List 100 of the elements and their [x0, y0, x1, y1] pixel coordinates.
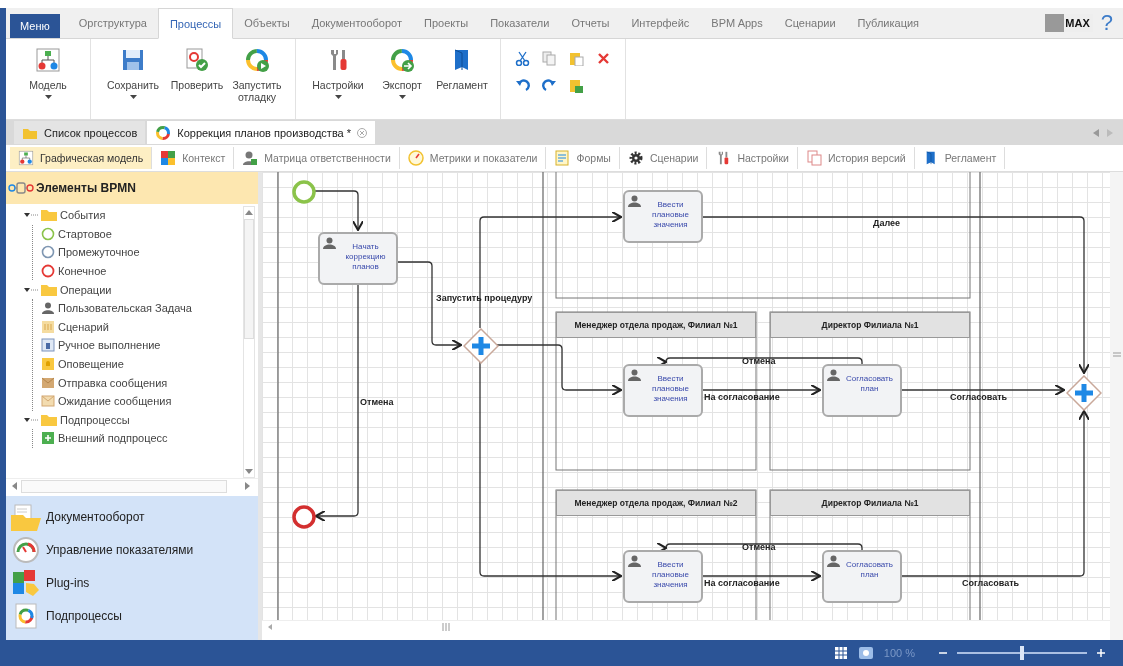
- menu-tab[interactable]: Сценарии: [773, 8, 847, 38]
- tree-item[interactable]: Сценарий: [58, 320, 109, 333]
- ribbon-button[interactable]: Сохранить: [101, 43, 165, 119]
- tree-item[interactable]: Ожидание сообщения: [58, 395, 172, 408]
- person-icon: [323, 237, 336, 249]
- menu-tab[interactable]: BPM Apps: [700, 8, 774, 38]
- scroll-thumb[interactable]: [244, 219, 254, 339]
- paste-icon[interactable]: [569, 51, 584, 66]
- flow-label: На согласование: [704, 578, 780, 588]
- folder-document-icon: [11, 502, 41, 531]
- scroll-left-icon[interactable]: [12, 482, 17, 490]
- menu-button[interactable]: Меню: [10, 14, 60, 38]
- flow-label: Далее: [873, 218, 901, 228]
- menu-tab[interactable]: Публикация: [846, 8, 931, 38]
- scroll-thumb[interactable]: [21, 479, 227, 493]
- nav-item[interactable]: Управление показателями: [10, 533, 258, 566]
- menu-tab[interactable]: Документооборот: [300, 8, 413, 38]
- ribbon-button[interactable]: Запустить отладку: [229, 43, 285, 119]
- view-tab[interactable]: Сценарии: [619, 147, 708, 169]
- fit-icon[interactable]: [857, 646, 874, 660]
- circle-icon: [41, 226, 55, 241]
- copy-icon[interactable]: [542, 51, 557, 66]
- document-check-icon: [184, 47, 210, 73]
- grid-icon[interactable]: [833, 646, 848, 660]
- menu-tab[interactable]: Процессы: [157, 8, 234, 39]
- scroll-right-icon[interactable]: [245, 482, 250, 490]
- document-tab[interactable]: Список процессов: [14, 121, 146, 144]
- ribbon-button[interactable]: Проверить: [169, 43, 225, 119]
- puzzle-icon: [160, 150, 177, 166]
- start-event: [292, 180, 316, 204]
- view-tab[interactable]: Графическая модель: [10, 147, 153, 169]
- scroll-left-icon[interactable]: [1093, 128, 1099, 137]
- tree-item[interactable]: Операции: [60, 283, 112, 296]
- redo-icon[interactable]: [542, 78, 557, 93]
- flow-label: Отмена: [360, 397, 394, 407]
- view-tab[interactable]: Контекст: [152, 147, 235, 169]
- help-button[interactable]: ?: [1100, 8, 1123, 38]
- scroll-left-icon[interactable]: [268, 624, 272, 630]
- form-icon: [554, 150, 571, 166]
- tree-item[interactable]: Ручное выполнение: [58, 339, 161, 352]
- nav-item[interactable]: Документооборот: [10, 500, 258, 533]
- undo-icon[interactable]: [515, 78, 530, 93]
- tree-item[interactable]: Отправка сообщения: [58, 376, 168, 389]
- person-icon: [827, 555, 840, 567]
- view-tab[interactable]: Настройки: [707, 147, 798, 169]
- close-icon[interactable]: [357, 127, 368, 138]
- envelope-icon: [41, 375, 55, 390]
- envelope-icon: [41, 394, 55, 409]
- ribbon-button[interactable]: Регламент: [434, 43, 490, 119]
- task-label: Согласовать план: [845, 559, 894, 580]
- view-tab[interactable]: История версий: [797, 147, 915, 169]
- expander-icon[interactable]: [24, 285, 38, 294]
- view-tab[interactable]: Формы: [546, 147, 620, 169]
- tree-item[interactable]: События: [60, 209, 106, 222]
- splitter-handle[interactable]: [258, 172, 262, 640]
- cut-icon[interactable]: [515, 51, 530, 66]
- tree-item[interactable]: Промежуточное: [58, 246, 140, 259]
- view-tab[interactable]: Регламент: [914, 147, 1006, 169]
- view-tab[interactable]: Матрица ответственности: [234, 147, 400, 169]
- caret-icon: [129, 95, 137, 99]
- ribbon-button[interactable]: Настройки: [306, 43, 370, 119]
- parallel-gateway: [1066, 375, 1102, 411]
- expander-icon[interactable]: [24, 415, 38, 424]
- menu-tab[interactable]: Проекты: [413, 8, 480, 38]
- scroll-up-icon[interactable]: [245, 210, 253, 215]
- flow-label: Отмена: [742, 356, 776, 366]
- folder-icon[interactable]: [569, 78, 584, 93]
- tree-item[interactable]: Оповещение: [58, 358, 124, 371]
- ribbon-button[interactable]: Модель: [16, 43, 80, 119]
- lane-header: Директор Филиала №1: [770, 490, 970, 516]
- person-icon: [242, 150, 259, 166]
- tree-item[interactable]: Пользовательская Задача: [58, 302, 192, 315]
- plus-icon[interactable]: [1097, 649, 1105, 657]
- document-tab[interactable]: Коррекция планов производства *: [147, 121, 376, 144]
- person-icon: [628, 555, 641, 567]
- scroll-down-icon[interactable]: [245, 469, 253, 474]
- ribbon-button[interactable]: Экспорт: [374, 43, 430, 119]
- menu-tab[interactable]: Интерфейс: [620, 8, 701, 38]
- parallel-gateway: [463, 328, 499, 364]
- grip-icon[interactable]: [1112, 352, 1121, 358]
- tree-item[interactable]: Подпроцессы: [60, 413, 130, 426]
- nav-item[interactable]: Подпроцессы: [10, 599, 258, 632]
- nav-item[interactable]: Plug-ins: [10, 566, 258, 599]
- folder-icon: [41, 283, 57, 296]
- folder-icon: [41, 413, 57, 426]
- grip-icon[interactable]: [442, 623, 450, 631]
- tree-item[interactable]: Внешний подпроцесс: [58, 432, 168, 445]
- menu-tab[interactable]: Отчеты: [560, 8, 621, 38]
- delete-icon[interactable]: [596, 51, 611, 66]
- circle-icon: [41, 245, 55, 260]
- slider-thumb[interactable]: [1020, 646, 1024, 660]
- menu-tab[interactable]: Объекты: [233, 8, 301, 38]
- bell-icon: [41, 357, 55, 372]
- menu-tab[interactable]: Оргструктура: [67, 8, 158, 38]
- menu-tab[interactable]: Показатели: [479, 8, 561, 38]
- minus-icon[interactable]: [939, 649, 947, 657]
- view-tab[interactable]: Метрики и показатели: [399, 147, 547, 169]
- task-label: Начать коррекцию планов: [344, 241, 387, 272]
- tree-item[interactable]: Стартовое: [58, 227, 112, 240]
- tree-item[interactable]: Конечное: [58, 265, 107, 278]
